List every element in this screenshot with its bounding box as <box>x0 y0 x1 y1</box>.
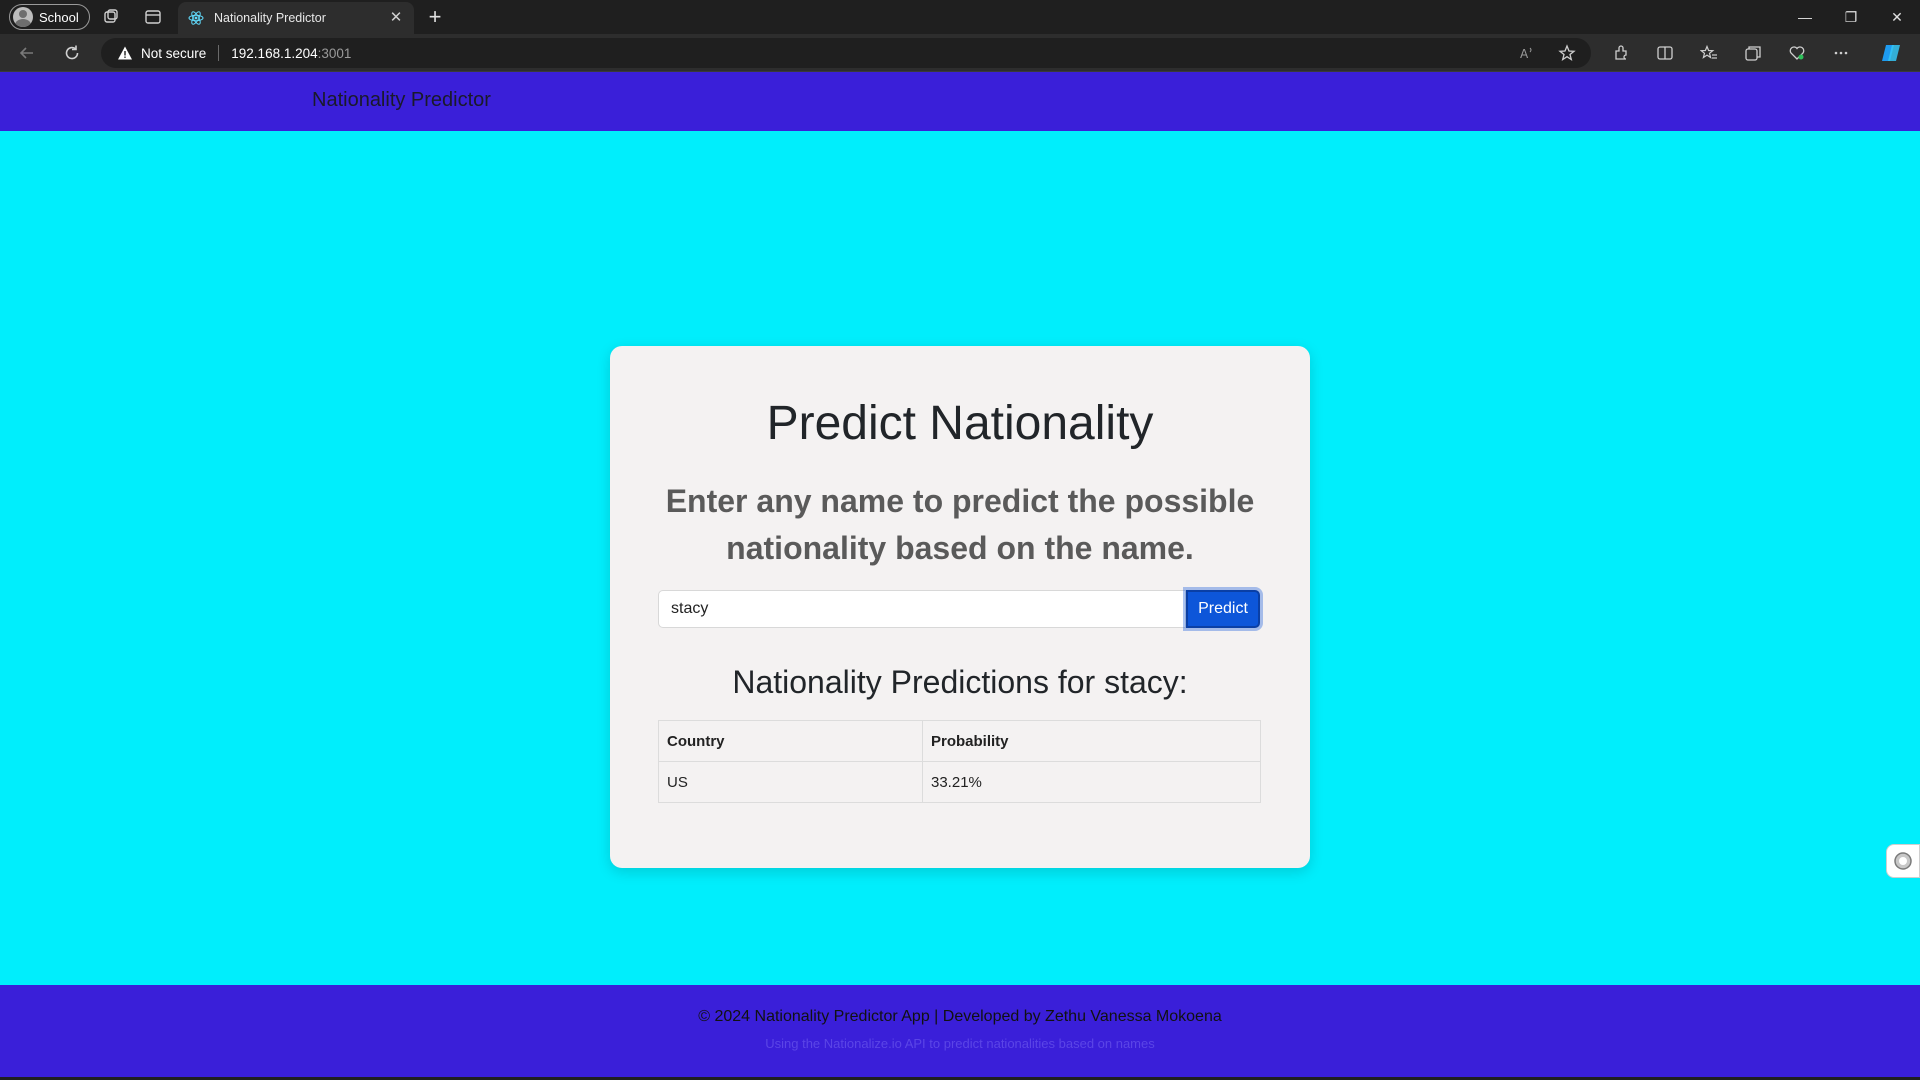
favorite-star-icon[interactable] <box>1558 44 1576 62</box>
browser-essentials-icon[interactable] <box>1788 44 1806 62</box>
predictions-table: Country Probability US 33.21% <box>658 720 1261 803</box>
address-divider <box>218 45 220 61</box>
site-footer: © 2024 Nationality Predictor App | Devel… <box>0 985 1920 1080</box>
table-row: US 33.21% <box>658 761 1261 803</box>
tab-title: Nationality Predictor <box>214 11 326 25</box>
predict-card: Predict Nationality Enter any name to pr… <box>610 346 1310 868</box>
page-title: Predict Nationality <box>766 397 1154 450</box>
read-aloud-icon[interactable]: A <box>1518 44 1536 62</box>
collections-icon[interactable] <box>1744 44 1762 62</box>
name-input[interactable]: stacy <box>658 590 1186 628</box>
site-brand[interactable]: Nationality Predictor <box>312 89 491 112</box>
workspaces-icon[interactable] <box>102 8 120 26</box>
table-header-row: Country Probability <box>658 720 1261 762</box>
cell-country: US <box>658 761 923 803</box>
cell-probability: 33.21% <box>922 761 1261 803</box>
address-bar[interactable]: Not secure 192.168.1.204:3001 <box>101 38 1591 68</box>
minimize-icon[interactable]: — <box>1782 0 1828 34</box>
url-port: :3001 <box>317 45 352 61</box>
tab-nationality-predictor[interactable]: Nationality Predictor ✕ <box>178 2 414 34</box>
page-subtitle: Enter any name to predict the possible n… <box>665 483 1255 566</box>
avatar-icon <box>13 7 33 27</box>
window-close-icon[interactable]: ✕ <box>1874 0 1920 34</box>
profile-button[interactable]: School <box>9 4 90 30</box>
url-host: 192.168.1.204 <box>231 45 318 61</box>
extensions-icon[interactable] <box>1612 44 1630 62</box>
browser-nav-bar: Not secure 192.168.1.204:3001 A <box>0 34 1920 72</box>
footer-api-note: Using the Nationalize.io API to predict … <box>765 1036 1155 1051</box>
header-country: Country <box>658 720 923 762</box>
site-header: Nationality Predictor <box>0 72 1920 131</box>
tab-actions-icon[interactable] <box>144 8 162 26</box>
footer-copyright: © 2024 Nationality Predictor App | Devel… <box>698 1008 1222 1025</box>
predict-button[interactable]: Predict <box>1186 590 1260 628</box>
favorites-icon[interactable] <box>1700 44 1718 62</box>
restore-icon[interactable]: ❐ <box>1828 0 1874 34</box>
header-probability: Probability <box>922 720 1261 762</box>
react-favicon-icon <box>188 11 204 25</box>
new-tab-icon[interactable]: + <box>424 6 446 28</box>
results-title: Nationality Predictions for stacy: <box>732 664 1188 700</box>
copilot-icon[interactable] <box>1880 42 1902 64</box>
svg-text:A: A <box>1520 47 1529 61</box>
browser-title-bar: School Nationality Predictor ✕ + — ❐ ✕ <box>0 0 1920 34</box>
side-panel-toggle[interactable] <box>1886 844 1920 878</box>
circle-icon <box>1894 852 1912 870</box>
web-page: Nationality Predictor Predict Nationalit… <box>0 72 1920 1080</box>
reload-icon[interactable] <box>63 44 81 62</box>
split-screen-icon[interactable] <box>1656 44 1674 62</box>
back-icon[interactable] <box>18 44 36 62</box>
more-menu-icon[interactable] <box>1832 44 1850 62</box>
tab-close-icon[interactable]: ✕ <box>388 10 404 26</box>
warning-icon <box>118 46 132 60</box>
security-label[interactable]: Not secure <box>141 46 206 61</box>
profile-label: School <box>39 9 79 25</box>
